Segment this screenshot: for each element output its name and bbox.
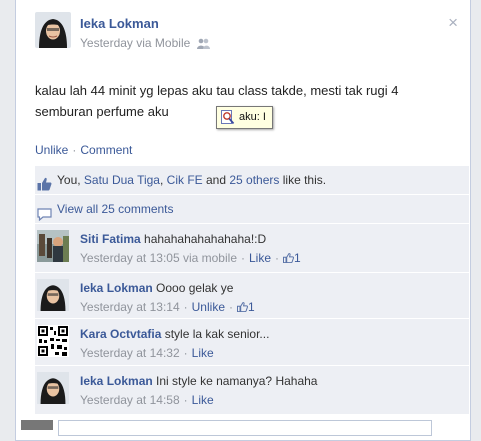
comment-meta: Yesterday at 13:14 · Unlike · 1 [80, 299, 465, 315]
commenter-name[interactable]: Ieka Lokman [80, 374, 153, 388]
comment-body: Siti Fatima hahahahahahahaha!:D Yesterda… [80, 231, 465, 266]
comment-text: Ini style ke namanya? Hahaha [156, 374, 318, 388]
comment-unlike-link[interactable]: Unlike [192, 300, 225, 314]
comment-time[interactable]: Yesterday at 13:14 [80, 300, 180, 314]
likes-you: You, [57, 173, 84, 187]
commenter-avatar[interactable] [37, 230, 69, 262]
like-count-value: 1 [248, 300, 255, 314]
comment-meta: Yesterday at 14:32 · Like [80, 345, 465, 361]
tooltip-text: aku: I [239, 111, 266, 123]
magnifier-tooltip-icon [221, 109, 235, 125]
comment-item: Ieka Lokman Ini style ke namanya? Hahaha… [35, 366, 469, 415]
comment-text: Oooo gelak ye [156, 281, 234, 295]
comment-body: Ieka Lokman Oooo gelak ye Yesterday at 1… [80, 280, 465, 315]
separator: · [72, 143, 77, 157]
friends-audience-icon[interactable] [196, 38, 210, 52]
separator: · [241, 251, 245, 265]
separator: · [183, 393, 188, 407]
comment-body: Kara Octvtafia style la kak senior... Ye… [80, 326, 465, 361]
view-all-comments-row[interactable]: View all 25 comments [35, 195, 469, 224]
separator: · [183, 300, 188, 314]
comment-text: hahahahahahahaha!:D [144, 232, 267, 246]
post-meta: Yesterday via Mobile [80, 36, 210, 52]
liker-link-2[interactable]: Cik FE [167, 173, 203, 187]
unlike-link[interactable]: Unlike [35, 143, 68, 157]
comment-meta: Yesterday at 14:58 · Like [80, 392, 465, 408]
close-icon[interactable]: × [448, 14, 458, 31]
comment-item: Siti Fatima hahahahahahahaha!:D Yesterda… [35, 224, 469, 273]
like-count-value: 1 [294, 251, 301, 265]
comment-like-link[interactable]: Like [192, 346, 214, 360]
commenter-name[interactable]: Kara Octvtafia [80, 327, 161, 341]
separator: · [183, 346, 188, 360]
liker-link-1[interactable]: Satu Dua Tiga [84, 173, 160, 187]
story-header: Ieka Lokman Yesterday via Mobile [35, 12, 465, 54]
comment-time[interactable]: Yesterday at 13:05 via mobile [80, 251, 237, 265]
separator: · [275, 251, 280, 265]
viewer-avatar [21, 420, 53, 430]
comment-time[interactable]: Yesterday at 14:32 [80, 346, 180, 360]
comment-link[interactable]: Comment [80, 143, 132, 157]
thumbs-up-icon [283, 253, 295, 264]
comment-like-count[interactable]: 1 [237, 300, 255, 314]
post-timestamp[interactable]: Yesterday via Mobile [80, 36, 190, 50]
likes-sentence: You, Satu Dua Tiga, Cik FE and 25 others… [57, 166, 326, 194]
likes-comma: , [159, 173, 167, 187]
comment-meta: Yesterday at 13:05 via mobile · Like · 1 [80, 250, 465, 266]
feed-story: Ieka Lokman Yesterday via Mobile × kalau… [15, 0, 471, 441]
write-comment-input[interactable] [58, 420, 432, 436]
thumbs-up-icon [237, 302, 248, 313]
commenter-avatar[interactable] [37, 279, 69, 311]
separator: · [229, 300, 233, 314]
comment-item: Kara Octvtafia style la kak senior... Ye… [35, 319, 469, 366]
comment-like-count[interactable]: 1 [283, 251, 301, 265]
likes-and: and [202, 173, 230, 187]
poster-avatar[interactable] [35, 12, 71, 48]
likes-sentence-row: You, Satu Dua Tiga, Cik FE and 25 others… [35, 166, 469, 195]
comment-like-link[interactable]: Like [249, 251, 271, 265]
comment-item: Ieka Lokman Oooo gelak ye Yesterday at 1… [35, 273, 469, 319]
comment-text: style la kak senior... [164, 327, 270, 341]
comment-like-link[interactable]: Like [192, 393, 214, 407]
commenter-name[interactable]: Siti Fatima [80, 232, 141, 246]
commenter-name[interactable]: Ieka Lokman [80, 281, 153, 295]
view-all-comments-link[interactable]: View all 25 comments [57, 195, 174, 223]
likes-tail: like this. [279, 173, 327, 187]
likes-others-link[interactable]: 25 others [229, 173, 279, 187]
comment-time[interactable]: Yesterday at 14:58 [80, 393, 180, 407]
poster-name[interactable]: Ieka Lokman [80, 16, 159, 31]
commenter-avatar[interactable] [37, 325, 69, 357]
commenter-avatar[interactable] [37, 372, 69, 404]
story-actions: Unlike · Comment [35, 143, 132, 157]
comment-body: Ieka Lokman Ini style ke namanya? Hahaha… [80, 373, 465, 408]
tooltip: aku: I [216, 106, 273, 129]
